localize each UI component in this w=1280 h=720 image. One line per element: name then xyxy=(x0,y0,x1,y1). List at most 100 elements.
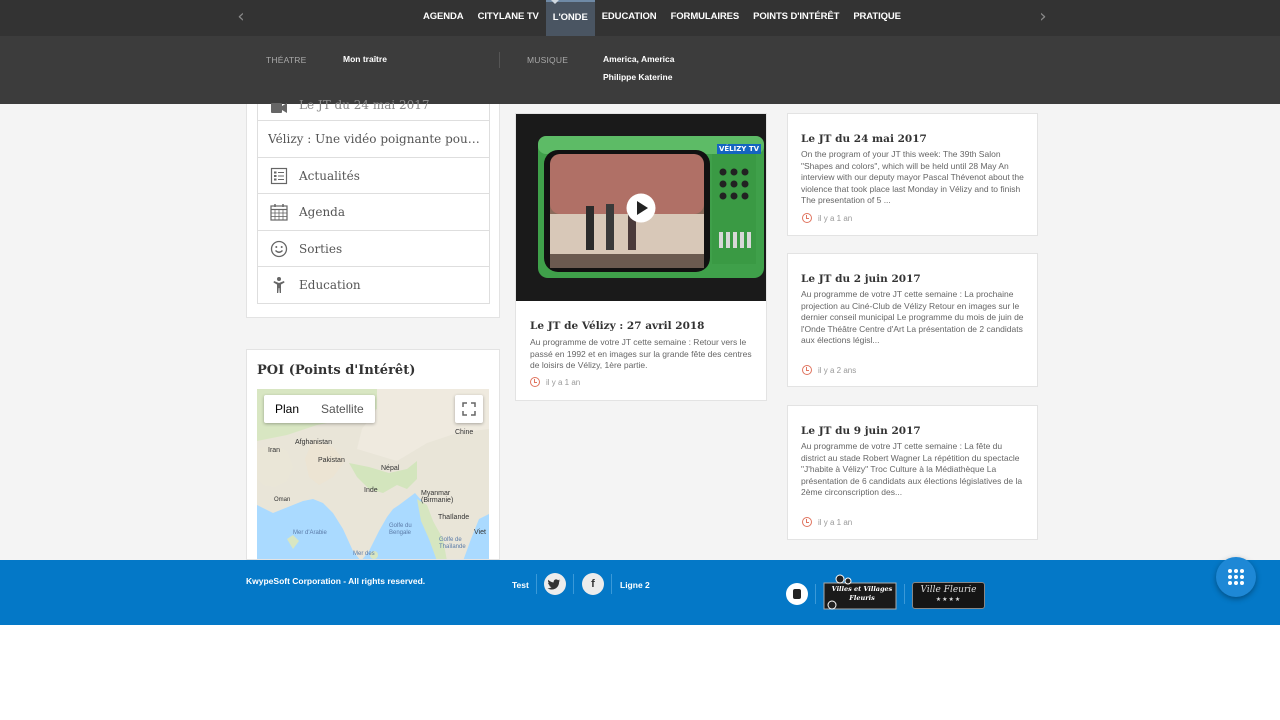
logo-villes-line2: Fleuris xyxy=(849,594,875,602)
map-label: Myanmar (Birmanie) xyxy=(421,490,454,504)
video-title[interactable]: Le JT de Vélizy : 27 avril 2018 xyxy=(530,320,705,332)
news-title[interactable]: Le JT du 9 juin 2017 xyxy=(801,425,921,437)
logo-fleurie-stars: ★★★★ xyxy=(935,596,962,603)
map-label: Golfe de Thaïlande xyxy=(439,537,466,550)
nav-item-agenda[interactable]: AGENDA xyxy=(416,0,471,36)
footer-link-test[interactable]: Test xyxy=(512,580,529,590)
child-icon xyxy=(273,277,285,294)
clock-icon xyxy=(530,377,540,387)
map-type-tabs: Plan Satellite xyxy=(264,395,375,423)
video-channel-badge: VÉLIZY TV xyxy=(718,145,760,153)
play-icon[interactable] xyxy=(626,193,656,223)
video-time-text: il y a 1 an xyxy=(546,377,581,387)
badge-icon[interactable] xyxy=(786,583,808,605)
submenu-link-america[interactable]: America, America xyxy=(603,54,675,64)
nav-item-education[interactable]: EDUCATION xyxy=(595,0,664,36)
footer: KwypeSoft Corporation - All rights reser… xyxy=(0,560,1280,625)
top-navigation: ‹ AGENDA CITYLANE TV L'ONDE EDUCATION FO… xyxy=(0,0,1280,36)
submenu-dropdown: THÉATRE Mon traître MUSIQUE America, Ame… xyxy=(0,36,1280,104)
poi-card: POI (Points d'Intérêt) Plan Satellite Af… xyxy=(246,349,500,560)
calendar-icon xyxy=(270,204,288,221)
fullscreen-icon[interactable] xyxy=(455,395,483,423)
grid-dots-icon xyxy=(1228,569,1244,585)
map-tab-satellite[interactable]: Satellite xyxy=(310,395,375,423)
submenu-divider xyxy=(499,52,500,68)
video-thumbnail[interactable]: VÉLIZY TV xyxy=(516,114,766,301)
footer-divider xyxy=(573,574,574,594)
map-label: Golfe du Bengale xyxy=(389,523,412,536)
sidebar-card: Le JT du 24 mai 2017 Vélizy : Une vidéo … xyxy=(246,98,500,318)
map-label: Mer des xyxy=(353,551,375,557)
nav-item-londe[interactable]: L'ONDE xyxy=(545,0,595,36)
news-card[interactable]: Le JT du 9 juin 2017 Au programme de vot… xyxy=(787,405,1038,540)
sidebar-item-video-poignante[interactable]: Vélizy : Une vidéo poignante pour ... xyxy=(257,121,490,158)
submenu-link-katerine[interactable]: Philippe Katerine xyxy=(603,72,672,82)
nav-item-pratique[interactable]: PRATIQUE xyxy=(846,0,908,36)
villes-villages-fleuris-logo[interactable]: Villes et Villages Fleuris xyxy=(822,573,898,613)
map-label: Thaïlande xyxy=(438,514,470,521)
news-title[interactable]: Le JT du 24 mai 2017 xyxy=(801,133,927,145)
news-title[interactable]: Le JT du 2 juin 2017 xyxy=(801,273,921,285)
video-description: Au programme de votre JT cette semaine :… xyxy=(530,337,752,370)
map-label: Mer d'Arabie xyxy=(293,530,327,536)
video-camera-icon xyxy=(271,103,287,113)
news-time: il y a 2 ans xyxy=(802,365,856,375)
sidebar-item-label: Le JT du 24 mai 2017 xyxy=(299,98,430,112)
footer-link-ligne2[interactable]: Ligne 2 xyxy=(620,580,650,590)
map-label: Afghanistan xyxy=(295,439,332,446)
newspaper-icon xyxy=(270,167,288,184)
sidebar-item-actualites[interactable]: Actualités xyxy=(257,157,490,195)
sidebar-item-sorties[interactable]: Sorties xyxy=(257,230,490,268)
sidebar-menu: Le JT du 24 mai 2017 Vélizy : Une vidéo … xyxy=(257,98,490,304)
nav-item-formulaires[interactable]: FORMULAIRES xyxy=(664,0,747,36)
sidebar-item-label: Vélizy : Une vidéo poignante pour ... xyxy=(268,132,480,146)
sidebar-item-agenda[interactable]: Agenda xyxy=(257,194,490,231)
nav-item-points-interet[interactable]: POINTS D'INTÉRÊT xyxy=(746,0,846,36)
sidebar-item-label: Actualités xyxy=(299,168,360,183)
nav-item-citylane-tv[interactable]: CITYLANE TV xyxy=(471,0,546,36)
poi-map[interactable]: Plan Satellite Afghanistan Iran Pakistan… xyxy=(257,389,489,559)
submenu-link-mon-traitre[interactable]: Mon traître xyxy=(343,54,387,64)
chevron-left-icon[interactable]: ‹ xyxy=(231,8,251,28)
news-card[interactable]: Le JT du 24 mai 2017 On the program of y… xyxy=(787,113,1038,236)
footer-divider xyxy=(904,584,905,604)
news-time-text: il y a 1 an xyxy=(818,517,853,527)
news-time-text: il y a 1 an xyxy=(818,213,853,223)
sidebar-item-education[interactable]: Education xyxy=(257,267,490,304)
logo-villes-line1: Villes et Villages xyxy=(831,585,893,593)
apps-menu-button[interactable] xyxy=(1216,557,1256,597)
poi-title: POI (Points d'Intérêt) xyxy=(257,363,416,378)
news-text: Au programme de votre JT cette semaine :… xyxy=(801,289,1024,345)
ville-fleurie-logo[interactable]: Ville Fleurie ★★★★ xyxy=(912,582,985,609)
submenu-label-theatre: THÉATRE xyxy=(266,55,307,65)
map-label: Viet xyxy=(474,529,486,536)
news-time: il y a 1 an xyxy=(802,517,852,527)
sidebar-item-label: Education xyxy=(299,278,361,293)
video-card[interactable]: VÉLIZY TV Le JT de Vélizy : 27 avril 201… xyxy=(515,113,767,401)
news-card[interactable]: Le JT du 2 juin 2017 Au programme de vot… xyxy=(787,253,1038,387)
footer-divider xyxy=(611,574,612,594)
clock-icon xyxy=(802,517,812,527)
logo-fleurie-text: Ville Fleurie xyxy=(920,585,977,595)
map-label: Népal xyxy=(381,465,400,472)
flower-logo-icon xyxy=(823,574,897,610)
twitter-bird-icon xyxy=(547,579,561,590)
news-text: On the program of your JT this week: The… xyxy=(801,149,1024,205)
sidebar-item-jt-24-mai[interactable]: Le JT du 24 mai 2017 xyxy=(257,98,490,121)
smiley-icon xyxy=(270,240,288,257)
map-label: Pakistan xyxy=(318,457,345,464)
clock-icon xyxy=(802,365,812,375)
active-caret-icon xyxy=(551,0,559,4)
sidebar-item-label: Sorties xyxy=(299,241,343,256)
footer-divider xyxy=(536,574,537,594)
clock-icon xyxy=(802,213,812,223)
twitter-icon[interactable] xyxy=(544,573,566,595)
map-tab-plan[interactable]: Plan xyxy=(264,395,310,423)
news-time-text: il y a 2 ans xyxy=(818,365,857,375)
map-label: Chine xyxy=(455,429,474,436)
chevron-right-icon[interactable]: › xyxy=(1033,8,1053,28)
map-label: Oman xyxy=(274,497,291,503)
news-text: Au programme de votre JT cette semaine :… xyxy=(801,441,1023,497)
submenu-label-musique: MUSIQUE xyxy=(527,55,569,65)
facebook-icon[interactable]: f xyxy=(582,573,604,595)
